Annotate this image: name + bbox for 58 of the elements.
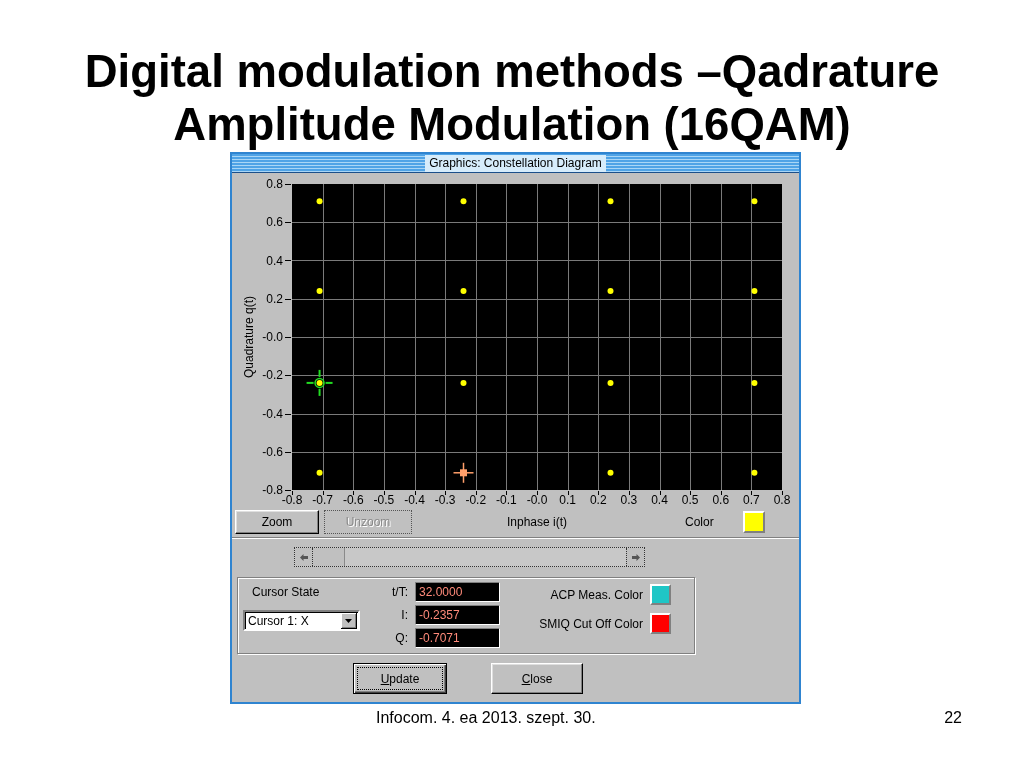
footer-text: Infocom. 4. ea 2013. szept. 30. — [376, 709, 596, 727]
axis-tick-label: -0.1 — [496, 493, 517, 507]
axis-tick-label: 0.6 — [712, 493, 730, 507]
axis-tick-label: 0.8 — [773, 493, 791, 507]
scroll-right-button[interactable] — [626, 548, 644, 566]
axis-tick-label: -0.0 — [262, 330, 283, 345]
axis-title: Inphase i(t) — [506, 515, 568, 529]
axis-tick-label: 0.4 — [651, 493, 668, 507]
dialog-button[interactable]: Close — [491, 663, 583, 694]
axis-tick-label: 0.8 — [266, 177, 283, 192]
axis-tick-label: -0.6 — [342, 493, 364, 507]
axis-tick-label: -0.8 — [262, 483, 283, 498]
axis-tick-label: 0.2 — [589, 493, 607, 507]
axis-tick-label: 0.5 — [681, 493, 699, 507]
axis-tick-label: 0.4 — [266, 253, 283, 268]
page-number: 22 — [944, 709, 962, 727]
color-label: Color — [685, 515, 714, 529]
color-label: ACP Meas. Color — [550, 587, 643, 602]
crosshair-cursor[interactable] — [305, 368, 334, 397]
axis-tick-label: 0.7 — [743, 493, 760, 507]
toolbar-button[interactable]: Zoom — [235, 510, 319, 534]
caret-down-icon[interactable] — [341, 612, 357, 629]
axis-tick-label: -0.2 — [465, 493, 487, 507]
color-swatch[interactable] — [650, 584, 671, 605]
default-button[interactable]: Update — [353, 663, 447, 694]
readout-field: -0.2357 — [415, 605, 500, 625]
readout-field: -0.7071 — [415, 628, 500, 648]
axis-tick-label: -0.2 — [262, 368, 283, 383]
axis-tick-label: -0.6 — [262, 444, 283, 459]
axis-tick-label: -0.4 — [262, 406, 283, 421]
axis-tick-label: -0.7 — [312, 493, 333, 507]
horizontal-scrollbar[interactable] — [294, 547, 645, 567]
right-arrow-icon — [631, 553, 640, 561]
field-label: I: — [401, 608, 408, 622]
axis-tick-label: 0.6 — [266, 215, 283, 230]
readout-field: 32.0000 — [415, 582, 500, 602]
axis-tick-label: -0.4 — [404, 493, 425, 507]
square-cursor[interactable] — [452, 462, 475, 484]
scroll-left-button[interactable] — [295, 548, 313, 566]
cursor-state-select[interactable]: Cursor 1: X — [243, 610, 360, 631]
slide-title: Digital modulation methods –Qadrature Amplitude Modulation (16QAM) — [83, 45, 941, 151]
axis-tick-label: -0.8 — [281, 493, 303, 507]
color-label: SMIQ Cut Off Color — [539, 616, 643, 631]
color-swatch[interactable] — [742, 511, 765, 533]
window-title: Graphics: Constellation Diagram — [425, 154, 606, 172]
axis-tick-label: -0.0 — [526, 493, 548, 507]
color-swatch[interactable] — [650, 613, 671, 634]
axis-tick-label: -0.3 — [434, 493, 456, 507]
axis-tick-label: 0.3 — [620, 493, 638, 507]
group-label: Cursor State — [252, 585, 320, 600]
left-arrow-icon — [299, 553, 308, 561]
field-label: t/T: — [392, 585, 408, 599]
axis-title: Quadrature q(t) — [242, 296, 257, 378]
axis-tick-label: 0.2 — [266, 291, 283, 306]
axis-tick-label: 0.1 — [559, 493, 576, 507]
field-label: Q: — [395, 631, 408, 645]
axis-tick-label: -0.5 — [373, 493, 395, 507]
scroll-thumb[interactable] — [313, 548, 345, 566]
